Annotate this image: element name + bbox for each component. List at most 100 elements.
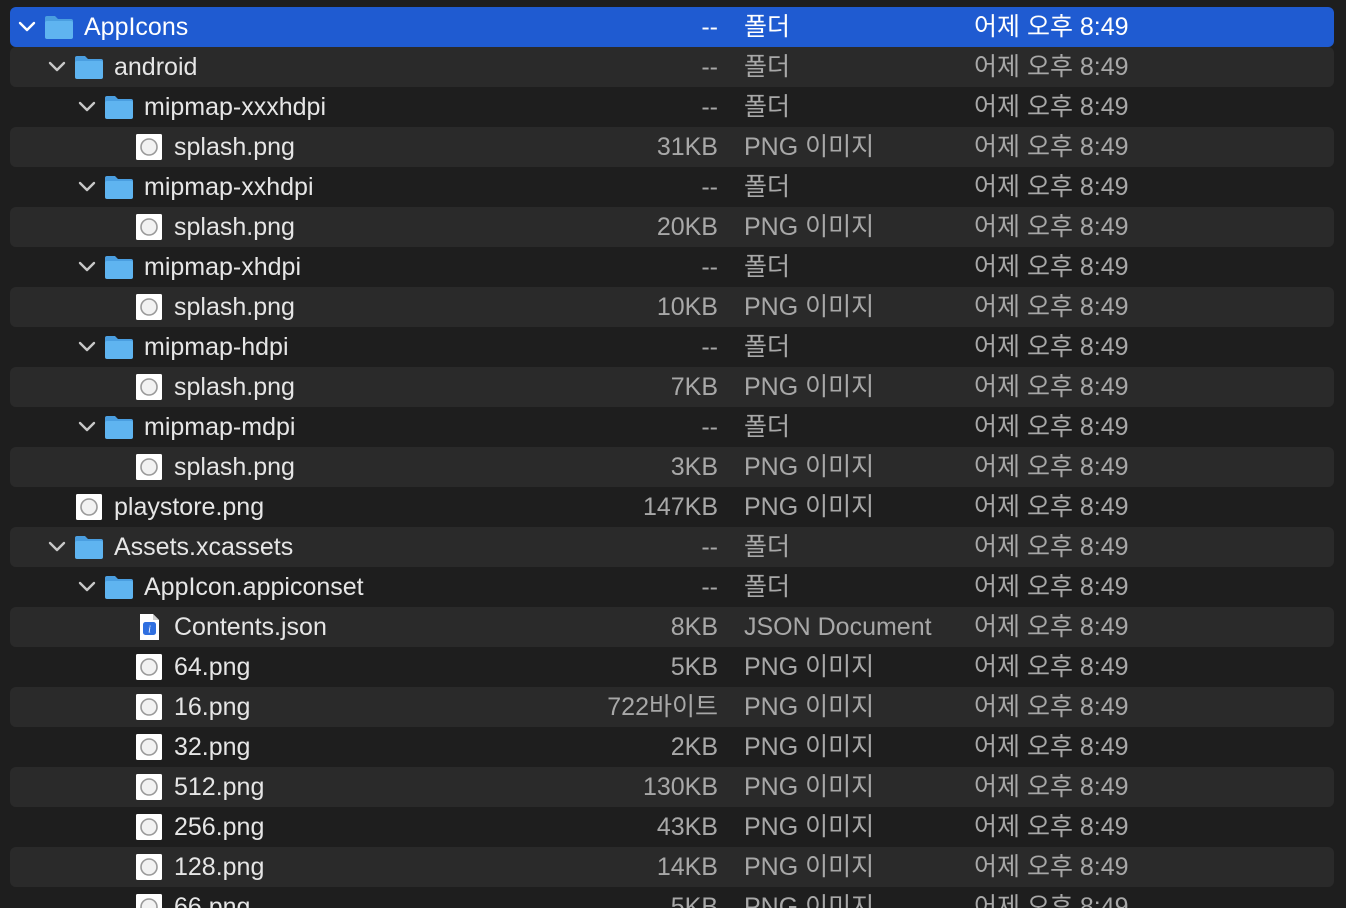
date-modified: 어제 오후 8:49 — [974, 653, 1129, 681]
date-modified: 어제 오후 8:49 — [974, 253, 1129, 281]
file-row[interactable]: 256.png 43KB PNG 이미지 어제 오후 8:49 — [10, 807, 1334, 847]
file-row[interactable]: 66.png 5KB PNG 이미지 어제 오후 8:49 — [10, 887, 1334, 908]
png-image-icon — [134, 293, 164, 321]
file-size: 5KB — [670, 893, 718, 908]
disclosure-chevron-icon[interactable] — [78, 579, 96, 595]
file-name: mipmap-xhdpi — [144, 253, 302, 281]
disclosure-chevron-icon[interactable] — [48, 59, 66, 75]
folder-row[interactable]: mipmap-xxhdpi -- 폴더 어제 오후 8:49 — [10, 167, 1334, 207]
file-row[interactable]: 16.png 722바이트 PNG 이미지 어제 오후 8:49 — [10, 687, 1334, 727]
date-modified: 어제 오후 8:49 — [974, 133, 1129, 161]
file-name: 66.png — [174, 893, 251, 908]
file-kind: JSON Document — [744, 613, 932, 641]
date-modified: 어제 오후 8:49 — [974, 853, 1129, 881]
disclosure-chevron-icon[interactable] — [78, 179, 96, 195]
file-kind: PNG 이미지 — [744, 853, 875, 881]
file-row[interactable]: splash.png 10KB PNG 이미지 어제 오후 8:49 — [10, 287, 1334, 327]
file-name: 32.png — [174, 733, 251, 761]
file-name: mipmap-hdpi — [144, 333, 289, 361]
date-modified: 어제 오후 8:49 — [974, 733, 1129, 761]
date-modified: 어제 오후 8:49 — [974, 613, 1129, 641]
file-row[interactable]: 64.png 5KB PNG 이미지 어제 오후 8:49 — [10, 647, 1334, 687]
png-image-icon — [134, 453, 164, 481]
png-image-icon — [134, 373, 164, 401]
png-image-icon — [134, 133, 164, 161]
file-row[interactable]: 128.png 14KB PNG 이미지 어제 오후 8:49 — [10, 847, 1334, 887]
disclosure-chevron-icon[interactable] — [78, 259, 96, 275]
folder-row[interactable]: mipmap-xxxhdpi -- 폴더 어제 오후 8:49 — [10, 87, 1334, 127]
file-row[interactable]: splash.png 31KB PNG 이미지 어제 오후 8:49 — [10, 127, 1334, 167]
file-kind: 폴더 — [744, 13, 791, 41]
png-image-icon — [134, 733, 164, 761]
file-size: 3KB — [670, 453, 718, 481]
file-name: Assets.xcassets — [114, 533, 294, 561]
date-modified: 어제 오후 8:49 — [974, 293, 1129, 321]
file-kind: PNG 이미지 — [744, 653, 875, 681]
date-modified: 어제 오후 8:49 — [974, 13, 1129, 41]
file-row[interactable]: splash.png 7KB PNG 이미지 어제 오후 8:49 — [10, 367, 1334, 407]
file-kind: 폴더 — [744, 413, 791, 441]
folder-row[interactable]: mipmap-xhdpi -- 폴더 어제 오후 8:49 — [10, 247, 1334, 287]
file-row[interactable]: splash.png 20KB PNG 이미지 어제 오후 8:49 — [10, 207, 1334, 247]
date-modified: 어제 오후 8:49 — [974, 453, 1129, 481]
file-name: playstore.png — [114, 493, 265, 521]
png-image-icon — [134, 693, 164, 721]
file-kind: PNG 이미지 — [744, 373, 875, 401]
finder-file-list[interactable]: AppIcons -- 폴더 어제 오후 8:49 android -- 폴더 어제 오후 8… — [0, 0, 1346, 908]
file-name: splash.png — [174, 133, 295, 161]
date-modified: 어제 오후 8:49 — [974, 813, 1129, 841]
file-row[interactable]: splash.png 3KB PNG 이미지 어제 오후 8:49 — [10, 447, 1334, 487]
file-size: -- — [701, 253, 718, 281]
file-name: mipmap-xxhdpi — [144, 173, 314, 201]
file-size: 10KB — [656, 293, 718, 321]
file-row[interactable]: 32.png 2KB PNG 이미지 어제 오후 8:49 — [10, 727, 1334, 767]
file-row[interactable]: playstore.png 147KB PNG 이미지 어제 오후 8:49 — [10, 487, 1334, 527]
date-modified: 어제 오후 8:49 — [974, 93, 1129, 121]
file-name: 16.png — [174, 693, 251, 721]
folder-icon — [104, 173, 134, 201]
disclosure-chevron-icon[interactable] — [78, 99, 96, 115]
disclosure-chevron-icon[interactable] — [78, 419, 96, 435]
file-name: splash.png — [174, 213, 295, 241]
file-row[interactable]: 512.png 130KB PNG 이미지 어제 오후 8:49 — [10, 767, 1334, 807]
png-image-icon — [134, 653, 164, 681]
date-modified: 어제 오후 8:49 — [974, 373, 1129, 401]
file-kind: PNG 이미지 — [744, 493, 875, 521]
file-kind: 폴더 — [744, 533, 791, 561]
folder-row[interactable]: AppIcon.appiconset -- 폴더 어제 오후 8:49 — [10, 567, 1334, 607]
file-name: 256.png — [174, 813, 265, 841]
file-size: -- — [701, 533, 718, 561]
disclosure-chevron-icon[interactable] — [78, 339, 96, 355]
date-modified: 어제 오후 8:49 — [974, 533, 1129, 561]
file-size: -- — [701, 13, 718, 41]
file-name: 128.png — [174, 853, 265, 881]
file-kind: PNG 이미지 — [744, 773, 875, 801]
file-name: mipmap-mdpi — [144, 413, 296, 441]
disclosure-chevron-icon[interactable] — [18, 19, 36, 35]
disclosure-chevron-icon[interactable] — [48, 539, 66, 555]
date-modified: 어제 오후 8:49 — [974, 53, 1129, 81]
file-size: 5KB — [670, 653, 718, 681]
file-kind: 폴더 — [744, 573, 791, 601]
date-modified: 어제 오후 8:49 — [974, 333, 1129, 361]
file-name: AppIcon.appiconset — [144, 573, 364, 601]
file-kind: PNG 이미지 — [744, 893, 875, 908]
file-name: splash.png — [174, 373, 295, 401]
file-size: 8KB — [670, 613, 718, 641]
folder-icon — [104, 573, 134, 601]
file-row[interactable]: i Contents.json 8KB JSON Document 어제 오후 8:49 — [10, 607, 1334, 647]
folder-row[interactable]: android -- 폴더 어제 오후 8:49 — [10, 47, 1334, 87]
file-kind: PNG 이미지 — [744, 133, 875, 161]
file-size: -- — [701, 93, 718, 121]
file-name: splash.png — [174, 293, 295, 321]
png-image-icon — [134, 773, 164, 801]
png-image-icon — [74, 493, 104, 521]
file-name: android — [114, 53, 198, 81]
folder-row[interactable]: AppIcons -- 폴더 어제 오후 8:49 — [10, 7, 1334, 47]
folder-row[interactable]: mipmap-hdpi -- 폴더 어제 오후 8:49 — [10, 327, 1334, 367]
folder-row[interactable]: mipmap-mdpi -- 폴더 어제 오후 8:49 — [10, 407, 1334, 447]
file-name: mipmap-xxxhdpi — [144, 93, 327, 121]
date-modified: 어제 오후 8:49 — [974, 773, 1129, 801]
file-name: 512.png — [174, 773, 265, 801]
folder-row[interactable]: Assets.xcassets -- 폴더 어제 오후 8:49 — [10, 527, 1334, 567]
